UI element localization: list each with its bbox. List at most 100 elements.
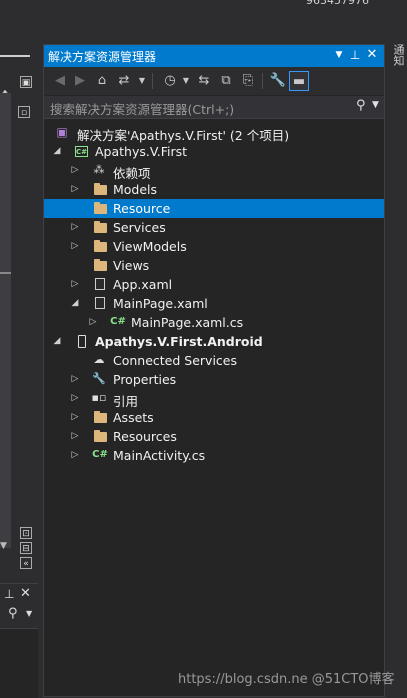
notifications-tab[interactable]: 通知 (391, 44, 405, 66)
solution-explorer: 解决方案资源管理器 ▼ ⊥ ✕ ◀ ▶ ⌂ ⇄ ▼ ◷ ▼ ⇆ ⧉ ⎘ 🔧 ▬ … (43, 44, 385, 697)
connected-services-icon: ☁ (93, 353, 105, 366)
folder-icon (94, 240, 107, 252)
collapsed-arrow-icon[interactable]: ▷ (70, 240, 80, 252)
folder-icon (94, 430, 107, 442)
folder-icon (94, 259, 107, 271)
tree-item-connected-services[interactable]: ☁ Connected Services (44, 351, 384, 370)
close-icon[interactable]: ✕ (365, 47, 379, 62)
tree-item-dependencies[interactable]: ▷ ⁂ 依赖项 (44, 161, 384, 181)
show-all-files-icon[interactable]: ⎘ (238, 71, 258, 91)
sync-views-icon[interactable]: ⇄ (114, 71, 134, 91)
collapsed-arrow-icon[interactable]: ▷ (70, 278, 80, 290)
expanded-arrow-icon[interactable]: ◢ (70, 297, 80, 309)
top-number-text: 963457976 (306, 0, 369, 7)
tree-item-properties[interactable]: ▷ 🔧 Properties (44, 370, 384, 389)
dropdown-caret-icon[interactable]: ▼ (372, 100, 379, 110)
tree-item-project[interactable]: ◢ Apathys.V.First.Android (44, 332, 384, 351)
tree-item-solution[interactable]: ▣ 解决方案'Apathys.V.First' (2 个项目) (44, 123, 384, 143)
tree-item-folder-selected[interactable]: Resource (44, 199, 384, 218)
forward-icon[interactable]: ▶ (70, 71, 90, 91)
collapsed-arrow-icon[interactable]: ▷ (70, 392, 80, 404)
tree-item-folder[interactable]: ▷ ViewModels (44, 237, 384, 256)
xaml-file-icon (95, 278, 105, 290)
tree-item-label: Connected Services (113, 353, 237, 368)
toolbar-separator (152, 73, 153, 89)
search-icon[interactable]: ⚲ (356, 98, 366, 113)
tree-item-label: Models (113, 182, 158, 197)
android-project-icon (78, 335, 86, 348)
explorer-title: 解决方案资源管理器 (48, 50, 157, 64)
collapsed-arrow-icon[interactable]: ▷ (88, 316, 98, 328)
tree-item-file[interactable]: ◢ MainPage.xaml (44, 294, 384, 313)
tree-item-label: Resources (113, 429, 177, 444)
collapsed-arrow-icon[interactable]: ▷ (70, 221, 80, 233)
tree-item-folder[interactable]: ▷ Resources (44, 427, 384, 446)
tree-item-file[interactable]: ▷ C# MainPage.xaml.cs (44, 313, 384, 332)
csharp-project-icon: C# (75, 146, 88, 157)
preview-icon[interactable]: ▬ (289, 71, 309, 91)
tree-item-label: Apathys.V.First (95, 144, 188, 159)
tree-item-folder[interactable]: Views (44, 256, 384, 275)
folder-icon (94, 202, 107, 214)
collapse-icon[interactable]: ⊟ (20, 542, 32, 554)
dependencies-icon: ⁂ (93, 163, 105, 176)
explorer-search-box[interactable]: 搜索解决方案资源管理器(Ctrl+;) ⚲ ▼ (44, 96, 384, 119)
properties-wrench-icon[interactable]: 🔧 (268, 71, 288, 91)
expand-icon[interactable]: ⊡ (20, 527, 32, 539)
left-panel-scroll-area[interactable] (0, 93, 11, 548)
tree-item-label: ViewModels (113, 239, 187, 254)
dropdown-caret-icon[interactable]: ▼ (132, 71, 152, 91)
tree-item-label: Services (113, 220, 166, 235)
pin-icon[interactable]: ⊥ (4, 587, 14, 601)
tree-item-label: Resource (113, 201, 171, 216)
left-panel-button-icon[interactable]: ▣ (20, 76, 32, 88)
solution-icon: ▣ (56, 125, 68, 139)
xaml-file-icon (95, 297, 105, 309)
left-bottom-panel (0, 628, 38, 698)
tree-item-label: Views (113, 258, 150, 273)
dropdown-caret-icon[interactable]: ▼ (176, 71, 196, 91)
collapsed-arrow-icon[interactable]: ▷ (70, 164, 80, 176)
tree-item-file[interactable]: ▷ App.xaml (44, 275, 384, 294)
tree-item-folder[interactable]: ▷ Services (44, 218, 384, 237)
search-input[interactable]: 搜索解决方案资源管理器(Ctrl+;) (50, 99, 234, 118)
left-panel-small-icon[interactable]: ▫ (18, 106, 30, 118)
expanded-arrow-icon[interactable]: ◢ (52, 145, 62, 157)
references-icon: ▪▫ (91, 391, 107, 404)
collapsed-arrow-icon[interactable]: ▷ (70, 411, 80, 423)
collapsed-arrow-icon[interactable]: ▷ (70, 183, 80, 195)
tree-item-label: Apathys.V.First.Android (95, 334, 263, 349)
tree-item-references[interactable]: ▷ ▪▫ 引用 (44, 389, 384, 409)
scroll-down-icon[interactable]: ▼ (0, 541, 7, 551)
dropdown-caret-icon[interactable]: ▼ (332, 50, 346, 60)
explorer-toolbar: ◀ ▶ ⌂ ⇄ ▼ ◷ ▼ ⇆ ⧉ ⎘ 🔧 ▬ (44, 67, 384, 95)
home-icon[interactable]: ⌂ (92, 71, 112, 91)
prev-icon[interactable]: « (20, 557, 32, 569)
watermark: https://blog.csdn.ne @51CTO博客 (178, 672, 395, 687)
switch-views-icon[interactable]: ⇆ (194, 71, 214, 91)
expanded-arrow-icon[interactable]: ◢ (52, 335, 62, 347)
tree-item-label: MainPage.xaml.cs (131, 315, 244, 330)
tree-item-file[interactable]: ▷ C# MainActivity.cs (44, 446, 384, 465)
csharp-file-icon: C# (110, 316, 126, 327)
tree-item-folder[interactable]: ▷ Assets (44, 408, 384, 427)
collapsed-arrow-icon[interactable]: ▷ (70, 373, 80, 385)
back-icon[interactable]: ◀ (50, 71, 70, 91)
collapsed-arrow-icon[interactable]: ▷ (70, 430, 80, 442)
toolbar-separator (262, 73, 263, 89)
tree-item-project[interactable]: ◢ C# Apathys.V.First (44, 142, 384, 161)
pin-icon[interactable]: ⊥ (348, 48, 362, 62)
left-panel-dash (0, 55, 30, 57)
collapse-all-icon[interactable]: ⧉ (216, 71, 236, 91)
collapsed-arrow-icon[interactable]: ▷ (70, 449, 80, 461)
csharp-file-icon: C# (92, 449, 108, 460)
tree-item-label: Assets (113, 410, 154, 425)
tree-item-label: Properties (113, 372, 177, 387)
explorer-title-bar: 解决方案资源管理器 ▼ ⊥ ✕ (44, 45, 384, 67)
tree-item-label: App.xaml (113, 277, 173, 292)
search-icon[interactable]: ⚲ (8, 606, 18, 621)
dropdown-caret-icon[interactable]: ▼ (26, 609, 32, 618)
close-icon[interactable]: ✕ (20, 586, 31, 601)
folder-icon (94, 183, 107, 195)
tree-item-folder[interactable]: ▷ Models (44, 180, 384, 199)
